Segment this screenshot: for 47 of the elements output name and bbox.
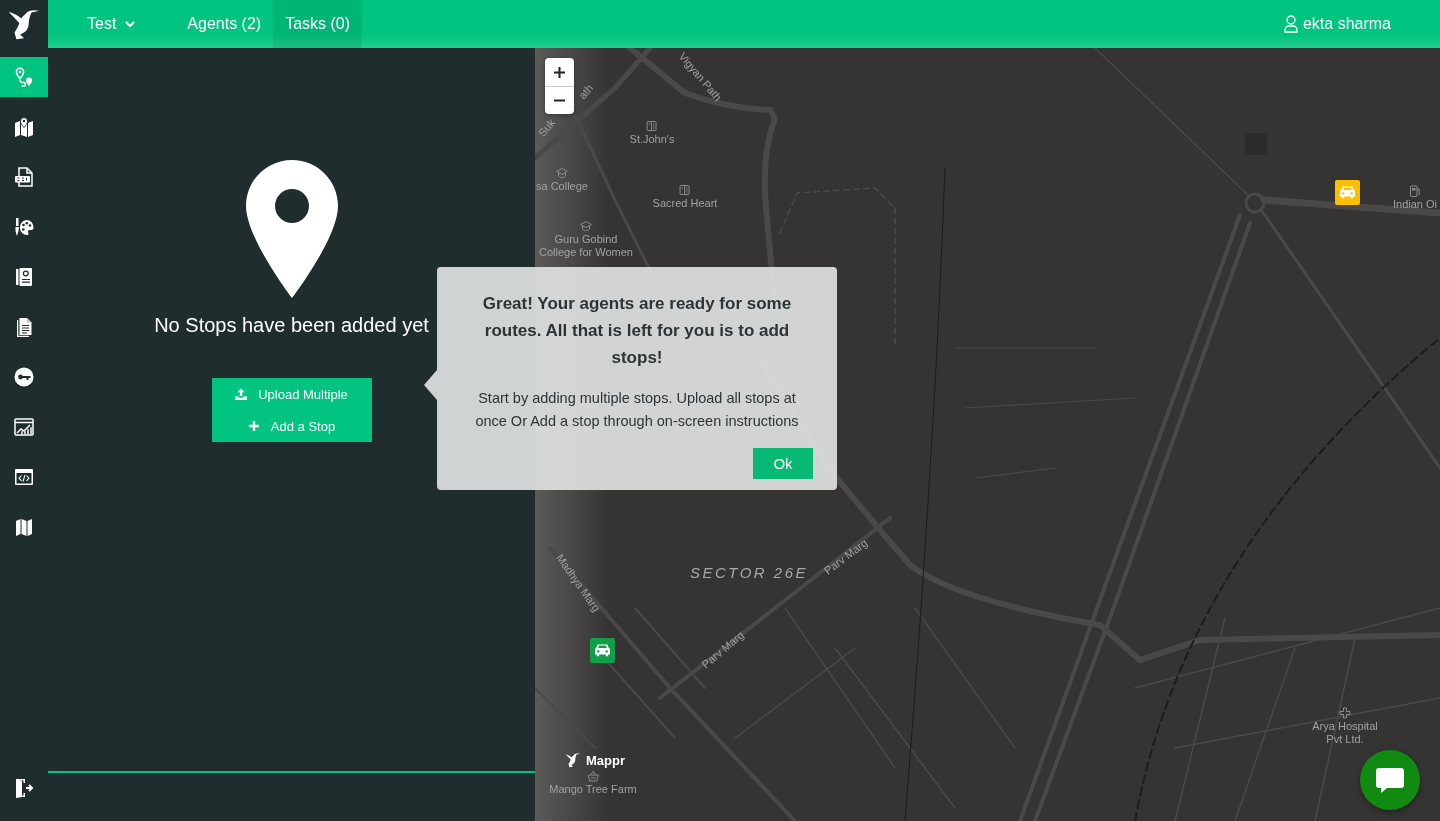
route-icon (14, 67, 34, 87)
plus-icon (554, 66, 565, 78)
nav-tab[interactable]: Tasks (0) (273, 0, 363, 48)
car-marker-icon[interactable] (1335, 180, 1360, 205)
book-icon (679, 184, 691, 196)
chat-icon (1375, 766, 1405, 794)
road-label: ath (576, 81, 596, 103)
code-window-icon (14, 467, 34, 487)
place-label: St.John's (629, 133, 675, 146)
fuel-pump-icon (1409, 185, 1421, 197)
ok-button[interactable]: Ok (753, 448, 813, 479)
place-label: Sacred Heart (652, 197, 718, 210)
chevron-down-icon (124, 18, 137, 30)
add-stop-button[interactable]: Add a Stop (211, 410, 372, 442)
brush-palette-icon (14, 217, 34, 237)
upload-icon (235, 388, 248, 400)
chart-window-icon (14, 417, 34, 437)
logout-icon (14, 778, 34, 798)
document-icon (14, 317, 34, 337)
place-label: Guru Gobind College for Women (538, 233, 634, 259)
place-label: Mango Tree Farm (549, 783, 637, 796)
user-menu[interactable]: ekta sharma (1283, 0, 1391, 48)
file-icon (14, 167, 34, 187)
map-pin-icon (245, 160, 338, 298)
user-icon (1283, 15, 1298, 33)
book-icon (646, 120, 658, 132)
graduation-cap-icon (580, 220, 592, 232)
graduation-cap-icon (556, 167, 568, 179)
road-label: Suk (535, 116, 559, 140)
plus-icon (247, 420, 260, 432)
basket-icon (587, 770, 599, 782)
place-label: Indian Oi (1393, 198, 1438, 211)
receipt-icon (14, 267, 34, 287)
area-label: SECTOR 26E (689, 564, 809, 582)
cross-icon (1339, 707, 1351, 719)
workspace-dropdown[interactable]: Test (74, 0, 150, 48)
upload-multiple-button[interactable]: Upload Multiple (211, 378, 372, 410)
empty-state-message: No Stops have been added yet (154, 313, 429, 338)
place-label: Arya Hospital Pvt Ltd. (1311, 720, 1379, 746)
chat-button[interactable] (1360, 750, 1420, 810)
car-marker-icon[interactable] (590, 638, 615, 663)
map-attribution: Mappr (586, 752, 625, 768)
pinned-map-icon (14, 117, 34, 137)
key-icon (14, 367, 34, 387)
nav-tab[interactable]: Agents (2) (175, 0, 274, 48)
folded-map-icon (14, 517, 34, 537)
place-label: sa College (536, 180, 588, 193)
